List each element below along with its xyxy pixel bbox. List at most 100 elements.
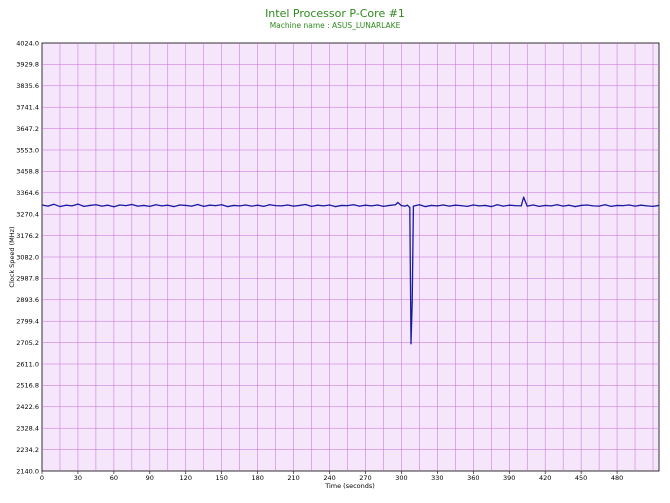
y-tick-label: 3364.6 bbox=[16, 189, 39, 197]
data-point bbox=[328, 204, 331, 206]
data-point bbox=[59, 205, 61, 208]
data-point bbox=[502, 205, 504, 207]
x-tick-label: 480 bbox=[611, 474, 623, 482]
data-point bbox=[131, 203, 133, 206]
x-tick-label: 300 bbox=[395, 474, 407, 482]
data-point bbox=[137, 205, 139, 207]
grid bbox=[42, 43, 659, 471]
data-point bbox=[227, 205, 229, 208]
data-point bbox=[592, 205, 594, 207]
data-point bbox=[436, 205, 438, 207]
data-point bbox=[119, 204, 121, 206]
data-point bbox=[508, 204, 510, 206]
data-point bbox=[346, 205, 349, 207]
data-point bbox=[292, 205, 295, 207]
data-point bbox=[538, 205, 540, 207]
chart: Intel Processor P-Core #1 Machine name :… bbox=[8, 7, 660, 490]
data-point bbox=[532, 204, 534, 206]
y-tick-label: 3835.6 bbox=[16, 82, 39, 90]
y-tick-label: 2705.2 bbox=[16, 339, 39, 347]
x-tick-label: 120 bbox=[180, 474, 192, 482]
data-point bbox=[233, 204, 235, 207]
x-tick-label: 0 bbox=[40, 474, 44, 482]
data-point bbox=[382, 205, 385, 207]
data-point bbox=[523, 196, 525, 198]
data-point bbox=[263, 205, 265, 207]
x-axis-ticks: 0 30 60 90 120 150 180 210 240 270 300 330 360 390 420… bbox=[40, 471, 623, 482]
data-point bbox=[490, 205, 492, 208]
data-point bbox=[658, 204, 660, 207]
data-point bbox=[77, 203, 79, 205]
data-point bbox=[411, 302, 413, 304]
x-tick-label: 210 bbox=[287, 474, 299, 482]
y-tick-label: 3741.4 bbox=[16, 104, 39, 112]
data-point bbox=[316, 204, 319, 206]
data-point bbox=[376, 204, 379, 206]
data-point bbox=[610, 205, 612, 207]
x-tick-label: 180 bbox=[251, 474, 263, 482]
y-tick-label: 3270.4 bbox=[16, 211, 39, 219]
y-tick-label: 2893.6 bbox=[16, 296, 39, 304]
data-point bbox=[89, 204, 91, 207]
data-point bbox=[358, 205, 361, 207]
x-tick-label: 450 bbox=[575, 474, 587, 482]
data-point bbox=[484, 204, 486, 207]
data-point bbox=[397, 201, 399, 204]
x-tick-label: 270 bbox=[359, 474, 371, 482]
data-point bbox=[167, 204, 169, 206]
data-point bbox=[161, 205, 163, 207]
data-point bbox=[466, 205, 468, 207]
x-tick-label: 360 bbox=[467, 474, 479, 482]
data-point bbox=[586, 204, 588, 206]
data-point bbox=[550, 205, 552, 207]
data-point bbox=[496, 204, 498, 206]
data-point bbox=[275, 205, 277, 207]
data-point bbox=[83, 205, 85, 207]
data-point bbox=[418, 204, 420, 206]
data-point bbox=[125, 205, 127, 207]
data-point bbox=[580, 204, 582, 207]
x-axis-label: Time (seconds) bbox=[324, 482, 375, 490]
y-tick-label: 2516.8 bbox=[16, 382, 39, 390]
x-tick-label: 390 bbox=[503, 474, 515, 482]
data-point bbox=[71, 205, 73, 207]
y-tick-label: 3082.0 bbox=[16, 253, 39, 261]
data-point bbox=[41, 204, 43, 206]
data-point bbox=[460, 205, 462, 207]
x-tick-label: 240 bbox=[323, 474, 335, 482]
y-tick-label: 3929.8 bbox=[16, 61, 39, 69]
data-point bbox=[544, 204, 546, 207]
data-point bbox=[352, 204, 355, 206]
chart-title: Intel Processor P-Core #1 bbox=[265, 7, 405, 20]
data-point bbox=[568, 204, 570, 206]
y-tick-label: 2422.6 bbox=[16, 403, 39, 411]
data-point bbox=[298, 204, 301, 207]
data-point bbox=[454, 204, 456, 206]
data-point bbox=[191, 205, 193, 207]
data-point bbox=[424, 205, 426, 208]
data-point bbox=[448, 205, 450, 207]
data-point bbox=[173, 205, 175, 208]
chart-subtitle: Machine name : ASUS_LUNARLAKE bbox=[270, 21, 401, 30]
data-point bbox=[251, 205, 253, 207]
data-point bbox=[574, 205, 576, 208]
data-point bbox=[634, 205, 636, 207]
data-point bbox=[562, 205, 564, 207]
data-point bbox=[143, 204, 145, 207]
data-point bbox=[107, 204, 109, 206]
data-point bbox=[65, 204, 67, 206]
x-tick-label: 330 bbox=[431, 474, 443, 482]
data-point bbox=[514, 205, 516, 207]
data-point bbox=[215, 205, 217, 207]
data-point bbox=[53, 203, 55, 205]
y-tick-label: 4024.0 bbox=[16, 39, 39, 47]
data-point bbox=[203, 205, 205, 207]
y-tick-label: 2799.4 bbox=[16, 318, 39, 326]
data-point bbox=[221, 204, 223, 206]
y-tick-label: 2328.4 bbox=[16, 425, 39, 433]
data-point bbox=[622, 205, 624, 207]
data-point bbox=[520, 205, 522, 207]
data-point bbox=[281, 205, 283, 207]
y-axis-label: Clock Speed (MHz) bbox=[8, 226, 16, 287]
data-point bbox=[409, 206, 411, 209]
